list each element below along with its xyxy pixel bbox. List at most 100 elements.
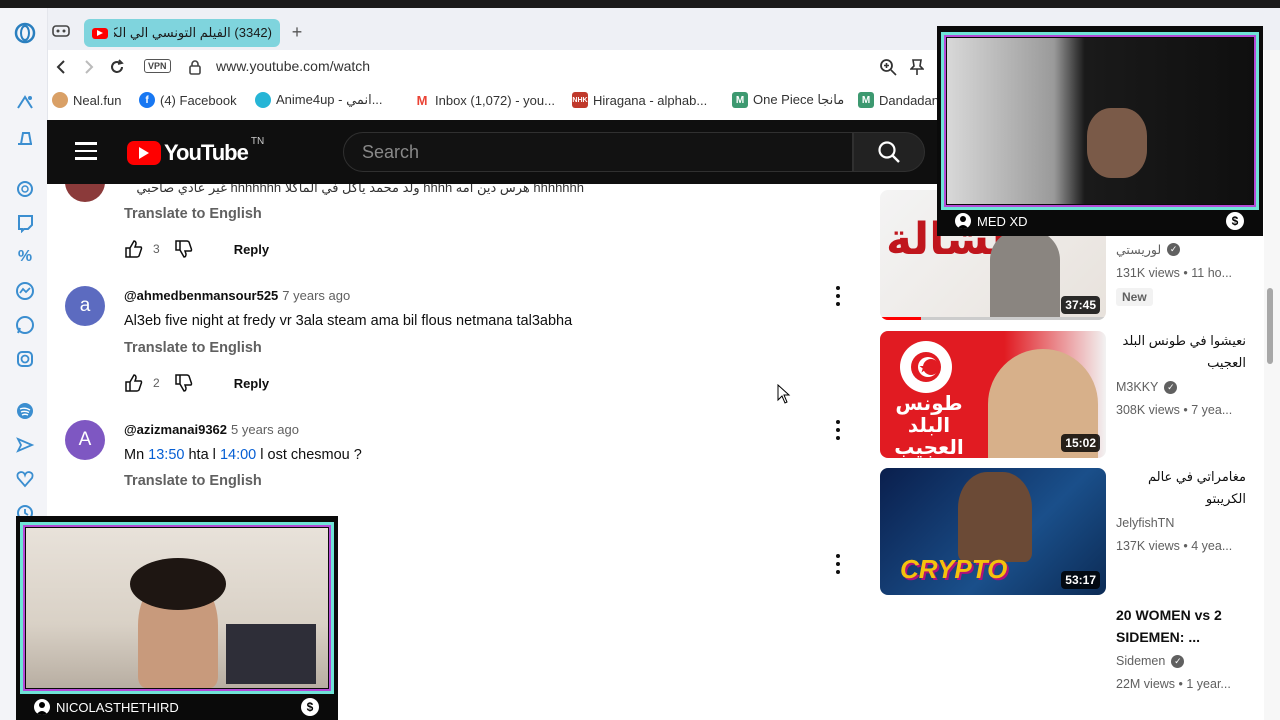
search-input[interactable]: Search [362, 142, 419, 163]
bookmark-dandadan[interactable]: M Dandadan [858, 90, 939, 110]
anime4up-favicon-icon [255, 92, 271, 108]
user-icon [34, 699, 50, 715]
url-field[interactable]: www.youtube.com/watch [216, 58, 370, 74]
channel-name[interactable]: Sidemen ✓ [1116, 654, 1185, 668]
video-title[interactable]: نعيشوا في طونس البلد العجيب [1116, 330, 1247, 374]
menu-icon[interactable] [75, 142, 97, 160]
bookmark-one-piece[interactable]: M One Piece مانجا [732, 90, 844, 110]
dislike-icon[interactable] [174, 239, 194, 259]
translate-link[interactable]: Translate to English [124, 340, 262, 356]
bookmark-anime4up[interactable]: Anime4up - انمي... [255, 90, 383, 110]
video-thumbnail[interactable]: طونس البلد العجيب 15:02 [880, 331, 1106, 458]
channel-name[interactable]: M3KKY ✓ [1116, 380, 1178, 394]
pin-icon[interactable] [906, 56, 928, 78]
search-field[interactable]: Search [343, 132, 853, 172]
heart-icon[interactable] [14, 468, 36, 490]
chatgpt-icon[interactable] [14, 178, 36, 200]
youtube-logo[interactable]: YouTube TN [127, 136, 264, 166]
back-button[interactable] [50, 56, 72, 78]
video-title[interactable]: 20 WOMEN vs 2 SIDEMEN: ... [1116, 604, 1256, 648]
bookmark-neal-fun[interactable]: Neal.fun [52, 90, 121, 110]
comment-time[interactable]: 5 years ago [231, 422, 299, 437]
reply-button[interactable]: Reply [234, 242, 269, 257]
bookmark-facebook[interactable]: f (4) Facebook [139, 90, 237, 110]
workspace-icon[interactable] [52, 24, 70, 43]
percent-icon[interactable]: % [14, 246, 36, 268]
webcam-overlay-bottom: NICOLASTHETHIRD $ [16, 516, 338, 720]
comment-time[interactable]: 7 years ago [282, 288, 350, 303]
video-stats: 22M views • 1 year... [1116, 677, 1231, 691]
avatar[interactable]: a [65, 286, 105, 326]
channel-name[interactable]: JelyfishTN [1116, 516, 1174, 530]
bookmark-label: (4) Facebook [160, 92, 237, 108]
verified-icon: ✓ [1167, 243, 1181, 256]
timestamp-link[interactable]: 14:00 [220, 447, 256, 463]
messenger-icon[interactable] [14, 280, 36, 302]
comment-author[interactable]: @azizmanai9362 5 years ago [124, 422, 299, 437]
search-button[interactable] [853, 132, 925, 172]
send-icon[interactable] [14, 434, 36, 456]
video-stats: 131K views • 11 ho... [1116, 266, 1233, 280]
video-stats: 137K views • 4 yea... [1116, 539, 1233, 553]
opera-logo-icon[interactable] [14, 22, 36, 44]
comment-menu-icon[interactable] [835, 420, 841, 440]
dollar-icon: $ [301, 698, 319, 716]
avatar[interactable]: A [65, 420, 105, 460]
comment-menu-icon[interactable] [835, 286, 841, 306]
scrollbar-track[interactable] [1264, 50, 1280, 720]
lock-icon[interactable] [184, 56, 206, 78]
verified-icon: ✓ [1164, 380, 1178, 394]
top-screen-strip [0, 0, 1280, 8]
aria-icon[interactable] [14, 92, 36, 114]
instagram-icon[interactable] [14, 348, 36, 370]
comment-text: hhhhhhh هرس دين امه hhhh ولد محمد ياكل ف… [136, 184, 584, 195]
thumbnail-text: طونس البلد العجيب [894, 393, 964, 458]
manga-favicon-icon: M [732, 92, 748, 108]
reply-button[interactable]: Reply [234, 376, 269, 391]
tab-youtube-video[interactable]: (3342) الفيلم التونسي الي الكا... [84, 19, 280, 47]
like-icon[interactable] [124, 373, 144, 393]
dislike-icon[interactable] [174, 373, 194, 393]
reload-button[interactable] [106, 56, 128, 78]
bookmark-label: Inbox (1,072) - you... [435, 92, 555, 108]
zoom-icon[interactable] [877, 56, 899, 78]
new-badge: New [1116, 288, 1153, 306]
channel-name[interactable]: لوريستي ✓ [1116, 242, 1181, 257]
youtube-header: YouTube TN Search [47, 120, 937, 184]
tunisia-flag-icon [900, 341, 952, 393]
avatar[interactable] [65, 184, 105, 202]
watch-progress-bar [880, 317, 921, 320]
translate-link[interactable]: Translate to English [124, 206, 262, 222]
new-tab-button[interactable]: + [286, 22, 308, 44]
forward-button[interactable] [78, 56, 100, 78]
easy-setup-icon[interactable] [14, 126, 36, 148]
author-handle[interactable]: @azizmanai9362 [124, 422, 227, 437]
bookmark-label: Anime4up - انمي... [276, 92, 383, 107]
webcam-label: MED XD [947, 210, 1253, 232]
video-thumbnail[interactable]: CRYPTO 53:17 [880, 468, 1106, 595]
vpn-badge[interactable]: VPN [144, 59, 171, 73]
youtube-favicon-icon [92, 27, 108, 39]
statue-image [990, 230, 1060, 320]
translate-link[interactable]: Translate to English [124, 473, 262, 489]
bookmark-gmail[interactable]: M Inbox (1,072) - you... [414, 90, 555, 110]
comment-menu-icon[interactable] [835, 554, 841, 574]
spotify-icon[interactable] [14, 400, 36, 422]
like-count: 2 [153, 376, 160, 390]
twitch-icon[interactable] [14, 212, 36, 234]
search-icon [878, 141, 900, 163]
comment-text: Al3eb five night at fredy vr 3ala steam … [124, 313, 573, 329]
author-handle[interactable]: @ahmedbenmansour525 [124, 288, 278, 303]
video-title[interactable]: مغامراتي في عالم الكريبتو [1116, 466, 1246, 510]
comment-actions: 3 Reply [124, 239, 269, 259]
like-icon[interactable] [124, 239, 144, 259]
comment-author[interactable]: @ahmedbenmansour525 7 years ago [124, 288, 350, 303]
streamer-name: NICOLASTHETHIRD [56, 699, 179, 715]
facebook-favicon-icon: f [139, 92, 155, 108]
whatsapp-icon[interactable] [14, 314, 36, 336]
bookmark-hiragana[interactable]: NHK Hiragana - alphab... [572, 90, 707, 110]
video-duration: 15:02 [1061, 434, 1100, 452]
timestamp-link[interactable]: 13:50 [148, 447, 184, 463]
scrollbar-thumb[interactable] [1267, 288, 1273, 364]
thumbnail-text: CRYPTO [900, 554, 1008, 584]
